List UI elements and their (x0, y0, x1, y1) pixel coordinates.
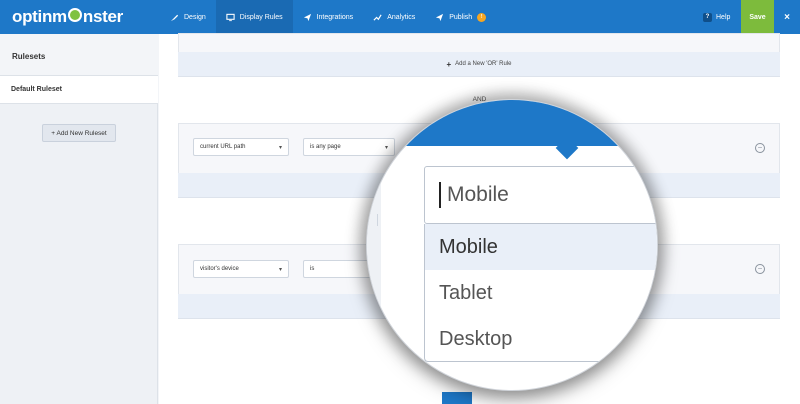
device-input-value: Mobile (447, 183, 509, 206)
nav-publish-label: Publish (449, 13, 473, 21)
help-icon: ? (703, 12, 712, 22)
magnified-blue-bar (367, 100, 657, 146)
monitor-icon (226, 13, 235, 22)
device-dropdown-list: Mobile Tablet Desktop (424, 224, 657, 362)
add-or-rule-label: Add a New 'OR' Rule (455, 61, 512, 67)
magnified-left-edge (367, 146, 381, 390)
chevron-down-icon: ▾ (278, 266, 282, 273)
main-nav: Design Display Rules Integrations Analyt… (160, 0, 496, 34)
nav-integrations[interactable]: Integrations (293, 0, 364, 34)
rule-field-value: current URL path (200, 144, 246, 150)
logo-text-start: optinm (12, 7, 67, 26)
device-operator-select[interactable]: is (303, 260, 373, 278)
nav-analytics-label: Analytics (387, 13, 416, 21)
device-value-input[interactable]: Mobile (424, 166, 657, 224)
device-operator-value: is (310, 266, 315, 272)
device-field-value: visitor's device (200, 266, 239, 272)
monster-mascot-icon (67, 8, 82, 22)
paper-plane-icon (303, 13, 312, 22)
sidebar-title: Rulesets (0, 34, 158, 76)
logo-text-end: nster (82, 7, 123, 26)
chevron-down-icon: ▾ (278, 144, 282, 151)
dropdown-option-tablet[interactable]: Tablet (425, 270, 657, 316)
brush-icon (170, 13, 179, 22)
text-cursor (439, 182, 441, 208)
magnified-divider (377, 214, 381, 226)
plus-icon: + (446, 59, 452, 69)
publish-warning-badge: ! (477, 12, 487, 22)
rule-field-select[interactable]: current URL path ▾ (193, 138, 289, 156)
zoom-magnifier: Mobile Mobile Tablet Desktop (366, 99, 658, 391)
save-button[interactable]: Save (741, 0, 774, 34)
dropdown-option-mobile[interactable]: Mobile (425, 224, 657, 270)
remove-rule-icon[interactable]: − (755, 143, 765, 153)
nav-integrations-label: Integrations (316, 13, 354, 21)
primary-button-partial[interactable] (442, 392, 472, 404)
help-link[interactable]: ? Help (703, 0, 730, 34)
nav-display-rules-label: Display Rules (239, 13, 283, 21)
line-chart-icon (373, 13, 382, 22)
remove-rule-icon[interactable]: − (755, 264, 765, 274)
add-or-rule-button[interactable]: + Add a New 'OR' Rule (178, 52, 780, 77)
nav-publish[interactable]: Publish ! (425, 0, 496, 34)
nav-design-label: Design (184, 13, 206, 21)
dropdown-option-desktop[interactable]: Desktop (425, 316, 657, 362)
nav-display-rules[interactable]: Display Rules (215, 0, 293, 34)
sidebar-item-default-ruleset[interactable]: Default Ruleset (0, 76, 158, 104)
top-bar: optinm nster Design Display Rules Integra… (0, 0, 800, 34)
help-label: Help (716, 13, 731, 21)
add-new-ruleset-button[interactable]: + Add New Ruleset (42, 124, 116, 142)
sidebar: Rulesets Default Ruleset + Add New Rules… (0, 34, 158, 404)
rule-operator-value: is any page (310, 144, 341, 150)
optinmonster-logo[interactable]: optinm nster (12, 7, 123, 27)
close-icon[interactable]: × (774, 0, 800, 34)
device-field-select[interactable]: visitor's device ▾ (193, 260, 289, 278)
send-icon (435, 13, 444, 22)
nav-analytics[interactable]: Analytics (363, 0, 425, 34)
nav-design[interactable]: Design (160, 0, 216, 34)
